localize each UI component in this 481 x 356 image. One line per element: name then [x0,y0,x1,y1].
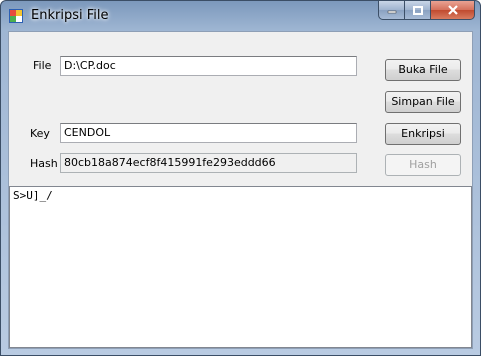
maximize-icon [412,5,423,15]
key-label: Key [30,127,50,140]
open-file-button[interactable]: Buka File [385,59,461,81]
close-button[interactable] [431,1,475,20]
hash-field[interactable]: 80cb18a874ecf8f415991fe293eddd66 [60,153,357,173]
client-area: File D:\CP.doc Buka File Simpan File Key… [8,31,473,349]
caption-buttons [378,1,475,21]
main-window: Enkripsi File File D:\CP.doc Buka File S… [0,0,481,356]
file-path-field[interactable]: D:\CP.doc [60,56,357,76]
output-textarea[interactable]: S>U]_/ [9,186,472,348]
file-label: File [33,59,52,72]
app-icon [9,9,23,23]
save-file-button[interactable]: Simpan File [385,91,461,113]
maximize-button[interactable] [405,1,431,20]
window-title: Enkripsi File [31,8,109,23]
hash-button: Hash [385,154,461,176]
hash-label: Hash [30,157,58,170]
key-field[interactable]: CENDOL [60,123,357,143]
output-text: S>U]_/ [13,189,53,202]
minimize-button[interactable] [378,1,405,20]
minimize-icon [387,10,396,14]
encrypt-button[interactable]: Enkripsi [385,123,461,145]
close-icon [447,5,458,15]
title-bar[interactable]: Enkripsi File [1,1,480,31]
